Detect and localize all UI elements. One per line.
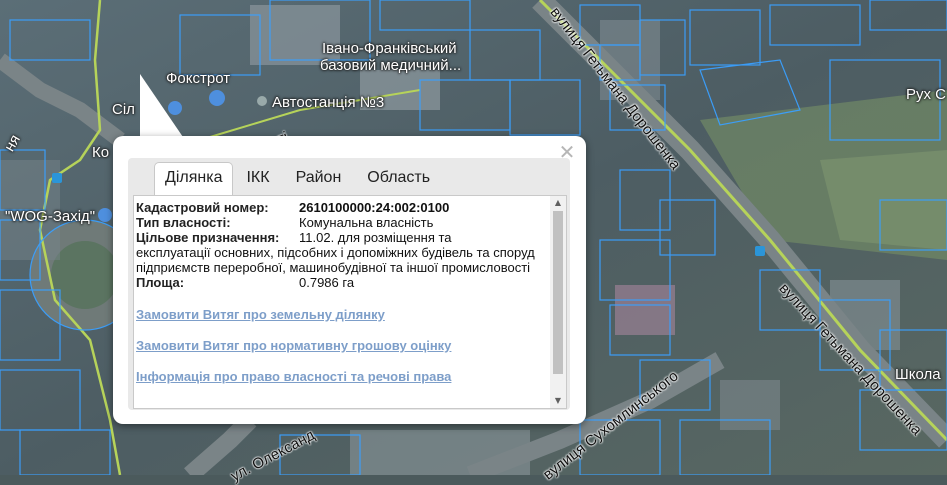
- scroll-down-icon[interactable]: ▼: [550, 394, 566, 408]
- purpose-row-rest: експлуатації основних, підсобних і допом…: [134, 245, 541, 275]
- tab-region[interactable]: Область: [354, 166, 443, 196]
- ownership-label: Тип власності:: [136, 215, 231, 230]
- purpose-row: Цільове призначення: 11.02. для розміщен…: [134, 230, 550, 245]
- ownership-rights-info-link[interactable]: Інформація про право власності та речові…: [136, 369, 550, 384]
- parcel-details[interactable]: Кадастровий номер: 2610100000:24:002:010…: [134, 196, 550, 408]
- map-label-bus-station[interactable]: Автостанція №3: [272, 94, 384, 111]
- map-label-clinic-line2[interactable]: базовий медичний...: [320, 57, 461, 74]
- cadastral-value: 2610100000:24:002:0100: [299, 200, 450, 215]
- ownership-value: Комунальна власність: [299, 215, 434, 230]
- purpose-label: Цільове призначення:: [136, 230, 280, 245]
- tab-district[interactable]: Район: [283, 166, 355, 196]
- map-label-wog[interactable]: "WOG-Захід": [5, 208, 95, 225]
- tab-content-parcel: Кадастровий номер: 2610100000:24:002:010…: [133, 195, 567, 409]
- cadastral-label: Кадастровий номер:: [136, 200, 269, 215]
- tab-bar: Ділянка ІКК Район Область: [154, 162, 443, 196]
- scroll-up-icon[interactable]: ▲: [550, 196, 566, 210]
- map-label-clinic-line1[interactable]: Івано-Франківський: [322, 40, 457, 57]
- map-label-ko[interactable]: Ко: [92, 144, 109, 161]
- popup-tabs-container: Ділянка ІКК Район Область Кадастровий но…: [128, 158, 570, 410]
- purpose-value-first: 11.02. для розміщення та: [299, 230, 452, 245]
- parcel-info-popup: ✕ Ділянка ІКК Район Область Кадастровий …: [113, 136, 586, 424]
- map-label-rukh[interactable]: Рух С: [906, 86, 946, 103]
- order-valuation-extract-link[interactable]: Замовити Витяг про нормативну грошову оц…: [136, 338, 550, 353]
- ownership-row: Тип власності: Комунальна власність: [134, 215, 550, 230]
- vertical-scrollbar[interactable]: ▲ ▼: [550, 196, 566, 408]
- map-label-shkola[interactable]: Школа: [895, 366, 941, 383]
- tab-ikk[interactable]: ІКК: [233, 166, 282, 196]
- tab-parcel[interactable]: Ділянка: [154, 162, 234, 196]
- area-value: 0.7986 га: [299, 275, 355, 290]
- area-label: Площа:: [136, 275, 185, 290]
- map-label-fokstrot[interactable]: Фокстрот: [166, 70, 230, 87]
- purpose-value-rest: експлуатації основних, підсобних і допом…: [136, 245, 535, 275]
- area-row: Площа: 0.7986 га: [134, 275, 550, 290]
- map-label-silpo[interactable]: Сіл: [112, 101, 135, 118]
- scrollbar-thumb[interactable]: [553, 211, 563, 374]
- cadastral-row: Кадастровий номер: 2610100000:24:002:010…: [134, 200, 550, 215]
- order-land-extract-link[interactable]: Замовити Витяг про земельну ділянку: [136, 307, 550, 322]
